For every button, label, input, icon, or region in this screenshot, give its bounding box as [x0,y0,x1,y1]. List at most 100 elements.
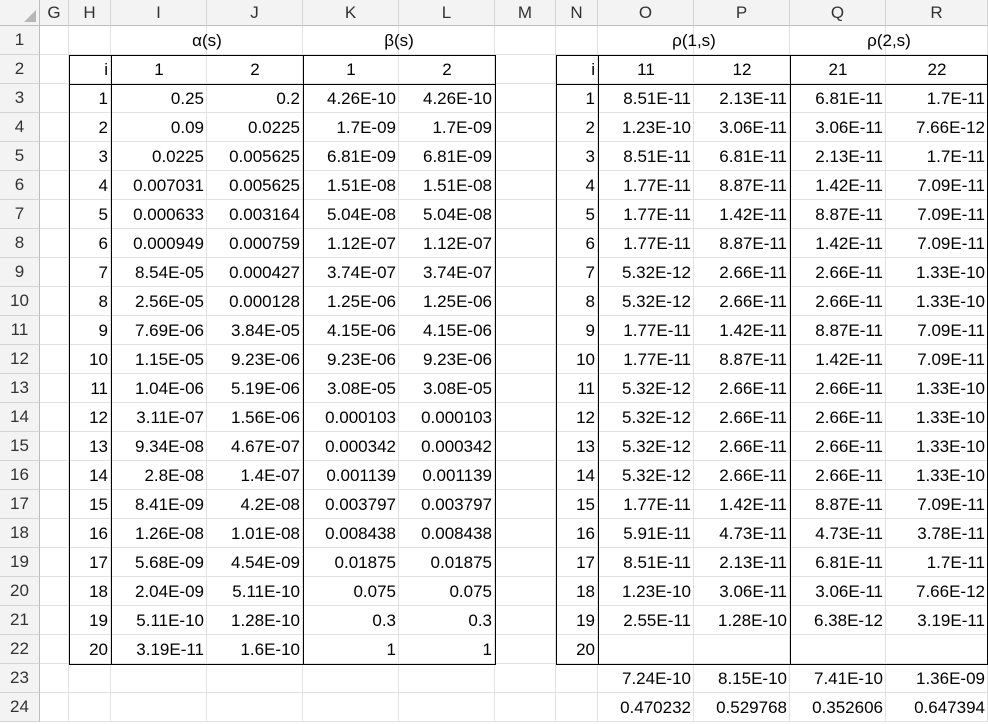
cell[interactable] [40,258,69,287]
left-data-cell[interactable]: 1.6E-10 [207,635,303,664]
right-data-cell[interactable]: 8.51E-11 [598,84,694,113]
right-index-cell[interactable]: 9 [556,316,598,345]
right-data-cell[interactable]: 2.66E-11 [790,461,886,490]
left-data-cell[interactable]: 1.51E-08 [399,171,495,200]
ratio-cell[interactable]: 0.352606 [790,693,886,722]
right-index-cell[interactable]: 17 [556,548,598,577]
right-data-cell[interactable]: 3.06E-11 [694,577,790,606]
left-data-cell[interactable]: 6.81E-09 [303,142,399,171]
right-data-cell[interactable]: 1.33E-10 [886,432,988,461]
right-data-cell[interactable]: 8.87E-11 [790,316,886,345]
right-data-cell[interactable]: 2.66E-11 [694,461,790,490]
cell[interactable] [495,374,556,403]
cell[interactable] [495,142,556,171]
column-header-j[interactable]: J [207,0,303,26]
cell[interactable] [40,403,69,432]
right-data-cell[interactable]: 2.66E-11 [694,287,790,316]
cell[interactable] [495,693,556,722]
right-data-cell[interactable]: 1.28E-10 [694,606,790,635]
row-header-18[interactable]: 18 [0,519,40,548]
cell[interactable] [495,664,556,693]
cell[interactable] [495,84,556,113]
right-index-cell[interactable]: 10 [556,345,598,374]
right-data-cell[interactable]: 7.66E-12 [886,577,988,606]
left-data-cell[interactable]: 0.005625 [207,171,303,200]
right-index-cell[interactable]: 6 [556,229,598,258]
row-header-3[interactable]: 3 [0,84,40,113]
row-header-7[interactable]: 7 [0,200,40,229]
left-index-cell[interactable]: 12 [69,403,111,432]
left-data-cell[interactable]: 4.54E-09 [207,548,303,577]
sum-cell[interactable]: 1.36E-09 [886,664,988,693]
left-index-cell[interactable]: 7 [69,258,111,287]
row-header-23[interactable]: 23 [0,664,40,693]
right-data-cell[interactable]: 1.42E-11 [694,200,790,229]
left-data-cell[interactable]: 3.74E-07 [399,258,495,287]
right-data-cell[interactable]: 8.87E-11 [694,229,790,258]
cell[interactable] [40,345,69,374]
left-index-cell[interactable]: 18 [69,577,111,606]
right-data-cell[interactable]: 3.06E-11 [790,113,886,142]
left-data-cell[interactable]: 8.41E-09 [111,490,207,519]
column-header-r[interactable]: R [886,0,988,26]
left-index-cell[interactable]: 17 [69,548,111,577]
cell[interactable] [495,432,556,461]
left-data-cell[interactable]: 0.000633 [111,200,207,229]
column-header-m[interactable]: M [495,0,556,26]
left-data-cell[interactable]: 5.11E-10 [207,577,303,606]
left-data-cell[interactable]: 5.11E-10 [111,606,207,635]
right-data-cell[interactable]: 2.66E-11 [694,374,790,403]
right-data-cell[interactable]: 3.06E-11 [694,113,790,142]
cell[interactable] [69,664,111,693]
row-header-24[interactable]: 24 [0,693,40,722]
right-index-cell[interactable]: 3 [556,142,598,171]
left-index-header[interactable]: i [69,55,111,84]
right-data-cell[interactable]: 6.81E-11 [694,142,790,171]
left-data-cell[interactable]: 1 [399,635,495,664]
left-data-cell[interactable]: 4.26E-10 [399,84,495,113]
right-data-cell[interactable]: 1.77E-11 [598,171,694,200]
right-data-cell[interactable]: 7.09E-11 [886,171,988,200]
cell[interactable] [495,200,556,229]
right-data-cell[interactable]: 2.66E-11 [790,403,886,432]
right-data-cell[interactable]: 7.09E-11 [886,345,988,374]
right-sub-header[interactable]: 22 [886,55,988,84]
left-data-cell[interactable]: 2.04E-09 [111,577,207,606]
left-data-cell[interactable]: 3.19E-11 [111,635,207,664]
left-data-cell[interactable]: 7.69E-06 [111,316,207,345]
right-data-cell[interactable]: 2.13E-11 [790,142,886,171]
right-data-cell[interactable]: 6.81E-11 [790,548,886,577]
cell[interactable] [495,171,556,200]
left-index-cell[interactable]: 15 [69,490,111,519]
right-data-cell[interactable]: 2.66E-11 [790,287,886,316]
right-data-cell[interactable]: 1.33E-10 [886,403,988,432]
right-index-cell[interactable]: 4 [556,171,598,200]
left-data-cell[interactable]: 4.2E-08 [207,490,303,519]
right-data-cell[interactable] [694,635,790,664]
ratio-cell[interactable]: 0.529768 [694,693,790,722]
cell[interactable] [69,26,111,55]
left-data-cell[interactable]: 9.23E-06 [207,345,303,374]
left-index-cell[interactable]: 13 [69,432,111,461]
right-data-cell[interactable]: 5.32E-12 [598,403,694,432]
row-header-8[interactable]: 8 [0,229,40,258]
column-header-n[interactable]: N [556,0,598,26]
right-data-cell[interactable]: 2.66E-11 [694,258,790,287]
left-data-cell[interactable]: 5.04E-08 [399,200,495,229]
right-data-cell[interactable]: 5.32E-12 [598,287,694,316]
right-data-cell[interactable]: 5.91E-11 [598,519,694,548]
right-index-cell[interactable]: 15 [556,490,598,519]
left-index-cell[interactable]: 9 [69,316,111,345]
cell[interactable] [40,432,69,461]
cell[interactable] [40,287,69,316]
cell[interactable] [40,113,69,142]
row-header-11[interactable]: 11 [0,316,40,345]
left-data-cell[interactable]: 0.003797 [303,490,399,519]
left-data-cell[interactable]: 1.12E-07 [303,229,399,258]
right-data-cell[interactable]: 1.7E-11 [886,548,988,577]
right-data-cell[interactable]: 4.73E-11 [790,519,886,548]
left-data-cell[interactable]: 0.008438 [303,519,399,548]
cell[interactable] [495,258,556,287]
right-sub-header[interactable]: 12 [694,55,790,84]
left-data-cell[interactable]: 1.28E-10 [207,606,303,635]
